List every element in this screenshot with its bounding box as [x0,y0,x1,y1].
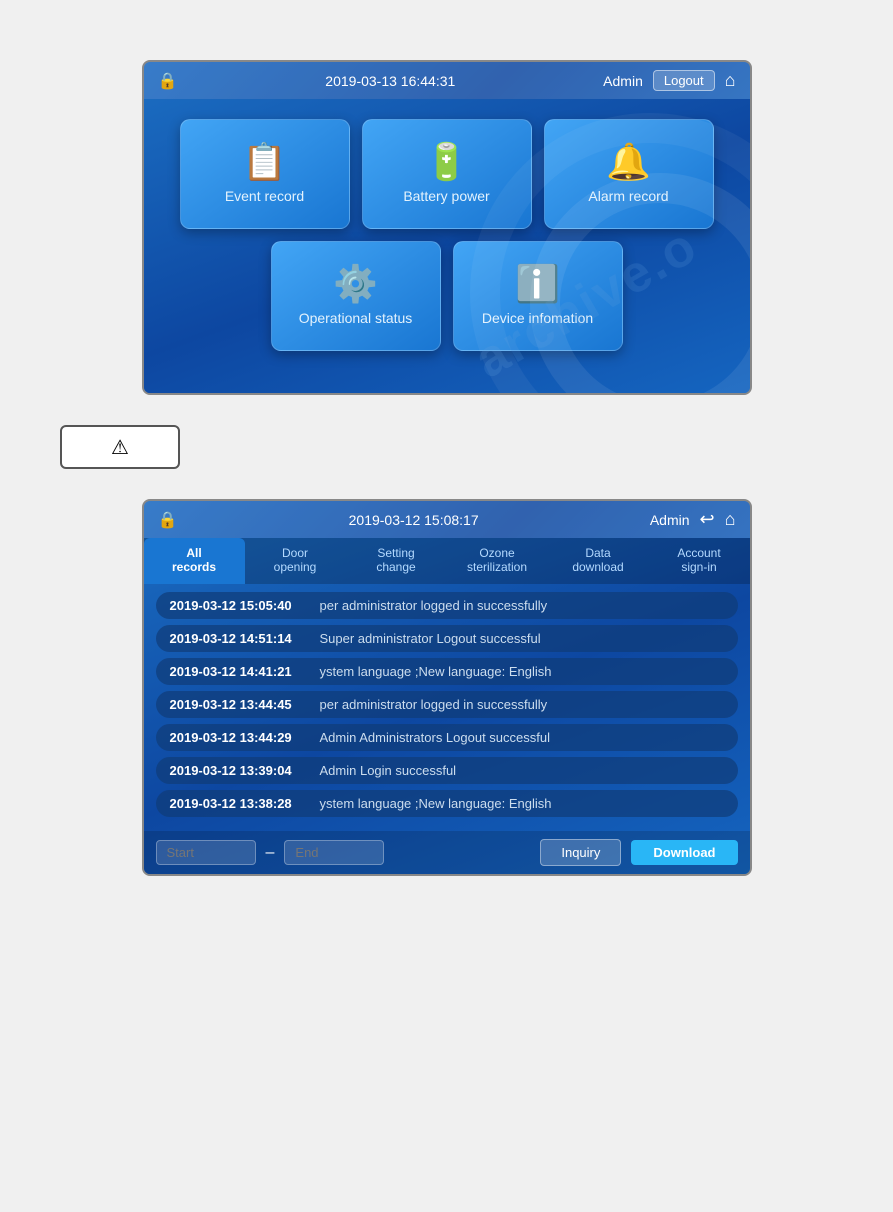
table-row: 2019-03-12 15:05:40 per administrator lo… [156,592,738,619]
card-operational-status[interactable]: ⚙️ Operational status [271,241,441,351]
table-row: 2019-03-12 14:41:21 ystem language ;New … [156,658,738,685]
screen2-datetime: 2019-03-12 15:08:17 [177,512,649,528]
tab-data-download[interactable]: Datadownload [548,538,649,584]
card-device-information[interactable]: ℹ️ Device infomation [453,241,623,351]
record-desc: per administrator logged in successfully [320,598,548,613]
warning-box: ⚠ [60,425,180,469]
start-date-input[interactable] [156,840,256,865]
record-time: 2019-03-12 13:44:29 [170,730,310,745]
screen2: 🔒 2019-03-12 15:08:17 Admin ↩ ⌂ Allrecor… [142,499,752,876]
table-row: 2019-03-12 14:51:14 Super administrator … [156,625,738,652]
screen2-header: 🔒 2019-03-12 15:08:17 Admin ↩ ⌂ [144,501,750,538]
home-icon[interactable]: ⌂ [725,70,736,91]
screen1: 🔒 2019-03-13 16:44:31 Admin Logout ⌂ 📋 E… [142,60,752,395]
lock-icon: 🔒 [158,71,178,91]
dash-separator: – [266,844,275,862]
screen1-body: 📋 Event record 🔋 Battery power 🔔 Alarm r… [144,99,750,393]
menu-row-1: 📋 Event record 🔋 Battery power 🔔 Alarm r… [164,119,730,229]
download-button[interactable]: Download [631,840,737,865]
end-date-input[interactable] [284,840,384,865]
card-operational-status-label: Operational status [299,310,413,326]
table-row: 2019-03-12 13:44:45 per administrator lo… [156,691,738,718]
screen2-header-right: Admin ↩ ⌂ [650,509,736,530]
operational-status-icon: ⚙️ [333,266,378,302]
record-time: 2019-03-12 14:41:21 [170,664,310,679]
card-alarm-record[interactable]: 🔔 Alarm record [544,119,714,229]
card-battery-power-label: Battery power [403,188,489,204]
screen1-datetime: 2019-03-13 16:44:31 [177,73,603,89]
logout-button[interactable]: Logout [653,70,715,91]
screen2-lock-icon: 🔒 [158,510,178,530]
screen1-header: 🔒 2019-03-13 16:44:31 Admin Logout ⌂ [144,62,750,99]
battery-power-icon: 🔋 [424,144,469,180]
record-time: 2019-03-12 13:44:45 [170,697,310,712]
screen2-user: Admin [650,512,690,528]
record-time: 2019-03-12 13:38:28 [170,796,310,811]
card-alarm-record-label: Alarm record [588,188,668,204]
card-battery-power[interactable]: 🔋 Battery power [362,119,532,229]
tab-door-opening[interactable]: Dooropening [245,538,346,584]
tab-all-records[interactable]: Allrecords [144,538,245,584]
event-record-icon: 📋 [242,144,287,180]
tab-bar: Allrecords Dooropening Settingchange Ozo… [144,538,750,584]
screen1-user: Admin [603,73,643,89]
record-desc: ystem language ;New language: English [320,664,552,679]
screen1-header-right: Admin Logout ⌂ [603,70,735,91]
card-event-record-label: Event record [225,188,304,204]
bottom-bar: – Inquiry Download [144,831,750,874]
screen2-body: Allrecords Dooropening Settingchange Ozo… [144,538,750,874]
record-desc: per administrator logged in successfully [320,697,548,712]
device-information-icon: ℹ️ [515,266,560,302]
menu-row-2: ⚙️ Operational status ℹ️ Device infomati… [164,241,730,351]
inquiry-button[interactable]: Inquiry [540,839,621,866]
record-desc: Admin Login successful [320,763,457,778]
record-desc: Super administrator Logout successful [320,631,541,646]
table-row: 2019-03-12 13:38:28 ystem language ;New … [156,790,738,817]
card-event-record[interactable]: 📋 Event record [180,119,350,229]
warning-icon: ⚠ [111,435,129,460]
record-time: 2019-03-12 14:51:14 [170,631,310,646]
records-list: 2019-03-12 15:05:40 per administrator lo… [144,584,750,831]
record-desc: ystem language ;New language: English [320,796,552,811]
table-row: 2019-03-12 13:39:04 Admin Login successf… [156,757,738,784]
screen2-home-icon[interactable]: ⌂ [725,509,736,530]
record-time: 2019-03-12 13:39:04 [170,763,310,778]
tab-setting-change[interactable]: Settingchange [346,538,447,584]
record-desc: Admin Administrators Logout successful [320,730,551,745]
card-device-information-label: Device infomation [482,310,593,326]
table-row: 2019-03-12 13:44:29 Admin Administrators… [156,724,738,751]
record-time: 2019-03-12 15:05:40 [170,598,310,613]
alarm-record-icon: 🔔 [606,144,651,180]
back-icon[interactable]: ↩ [700,509,715,530]
tab-account-sign-in[interactable]: Accountsign-in [649,538,750,584]
tab-ozone-sterilization[interactable]: Ozonesterilization [447,538,548,584]
